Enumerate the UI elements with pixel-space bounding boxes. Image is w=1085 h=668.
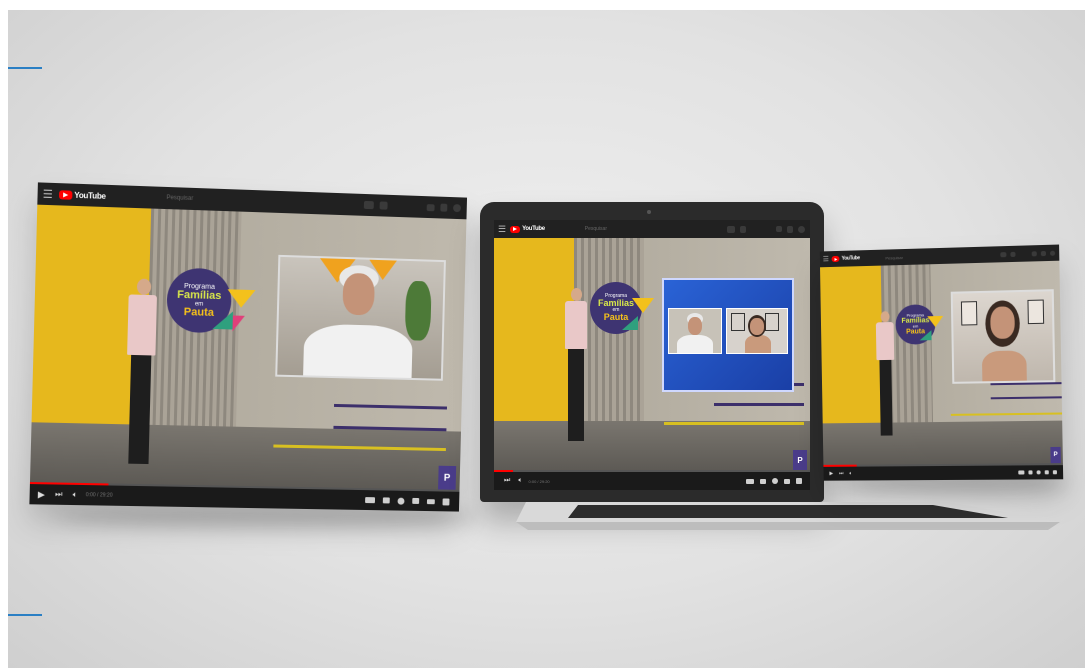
- settings-icon[interactable]: [397, 497, 404, 504]
- avatar[interactable]: [1050, 250, 1055, 255]
- channel-badge: P: [438, 466, 456, 490]
- search-field[interactable]: Pesquisar: [585, 226, 607, 232]
- presenter: [560, 288, 592, 448]
- avatar[interactable]: [453, 204, 461, 212]
- channel-badge: P: [1050, 447, 1060, 463]
- next-icon[interactable]: ⏭: [504, 477, 510, 485]
- autoplay-toggle[interactable]: [746, 479, 754, 484]
- video-camera-icon[interactable]: [1032, 251, 1037, 256]
- channel-badge: P: [793, 450, 807, 470]
- video-call-inset: [951, 289, 1056, 384]
- mic-icon[interactable]: [740, 226, 746, 233]
- miniplayer-icon[interactable]: [412, 498, 419, 504]
- search-field[interactable]: Pesquisar: [166, 195, 193, 202]
- search-icon[interactable]: [364, 201, 374, 209]
- theater-icon[interactable]: [427, 499, 435, 504]
- video-player[interactable]: Programa Famílias em Pauta P: [30, 205, 467, 492]
- player-controls: ▶ ⏭ 🔈︎: [823, 465, 1063, 481]
- mockup-stage: ☰ YouTube Pesquisar Programa Famílias em…: [8, 10, 1085, 668]
- mic-icon[interactable]: [1010, 251, 1015, 256]
- search-field[interactable]: Pesquisar: [885, 255, 903, 260]
- avatar[interactable]: [798, 226, 805, 233]
- edge-accent-line: [8, 67, 42, 69]
- volume-icon[interactable]: 🔈︎: [518, 477, 522, 485]
- video-camera-icon[interactable]: [776, 226, 782, 232]
- subtitles-icon[interactable]: [760, 479, 766, 484]
- presenter: [872, 311, 900, 441]
- youtube-logo[interactable]: YouTube: [59, 190, 106, 201]
- bell-icon[interactable]: [1041, 250, 1046, 255]
- volume-icon[interactable]: 🔈︎: [849, 471, 852, 477]
- settings-icon[interactable]: [1037, 470, 1041, 474]
- miniplayer-icon[interactable]: [1045, 470, 1049, 474]
- search-icon[interactable]: [1000, 252, 1006, 257]
- laptop-browser-screen: ☰ YouTube Pesquisar Programa Famílias em…: [494, 220, 810, 490]
- subtitles-icon[interactable]: [1028, 470, 1032, 474]
- time-display: 0:00 / 29:20: [529, 479, 550, 484]
- youtube-logo[interactable]: YouTube: [510, 226, 545, 233]
- youtube-logo[interactable]: YouTube: [832, 255, 860, 262]
- mic-icon[interactable]: [380, 201, 388, 209]
- edge-accent-line: [8, 614, 42, 616]
- volume-icon[interactable]: 🔈︎: [73, 490, 78, 500]
- play-icon[interactable]: ▶: [829, 471, 833, 477]
- webcam: [647, 210, 651, 214]
- laptop-lid: ☰ YouTube Pesquisar Programa Famílias em…: [480, 202, 824, 502]
- next-icon[interactable]: ⏭: [55, 490, 63, 500]
- presenter: [118, 278, 163, 470]
- play-icon[interactable]: ▶: [38, 489, 45, 500]
- menu-icon[interactable]: ☰: [823, 255, 829, 263]
- miniplayer-icon[interactable]: [784, 479, 790, 484]
- player-controls: ⏭ 🔈︎ 0:00 / 29:20: [494, 472, 810, 490]
- autoplay-toggle[interactable]: [365, 497, 375, 503]
- video-player[interactable]: Programa Famílias em Pauta P: [820, 261, 1063, 467]
- next-icon[interactable]: ⏭: [839, 471, 844, 477]
- video-call-inset: [275, 255, 446, 381]
- left-browser-screen: ☰ YouTube Pesquisar Programa Famílias em…: [29, 182, 467, 511]
- video-call-inset: [662, 278, 794, 392]
- video-camera-icon[interactable]: [427, 204, 435, 211]
- subtitles-icon[interactable]: [383, 497, 390, 503]
- menu-icon[interactable]: ☰: [43, 187, 53, 200]
- youtube-topbar: ☰ YouTube Pesquisar: [494, 220, 810, 238]
- autoplay-toggle[interactable]: [1018, 470, 1024, 474]
- fullscreen-icon[interactable]: [1053, 470, 1057, 474]
- participant-guest: [726, 308, 788, 354]
- menu-icon[interactable]: ☰: [498, 224, 506, 235]
- search-icon[interactable]: [727, 226, 735, 233]
- settings-icon[interactable]: [772, 478, 778, 484]
- fullscreen-icon[interactable]: [443, 498, 450, 505]
- time-display: 0:00 / 29:20: [86, 492, 113, 499]
- video-player[interactable]: Programa Famílias em Pauta P: [494, 238, 810, 472]
- bell-icon[interactable]: [440, 204, 447, 212]
- right-browser-screen: ☰ YouTube Pesquisar Programa Famílias em…: [820, 245, 1063, 481]
- fullscreen-icon[interactable]: [796, 478, 802, 484]
- laptop-base: [508, 500, 1063, 532]
- bell-icon[interactable]: [787, 226, 793, 233]
- participant-doctor: [668, 308, 722, 354]
